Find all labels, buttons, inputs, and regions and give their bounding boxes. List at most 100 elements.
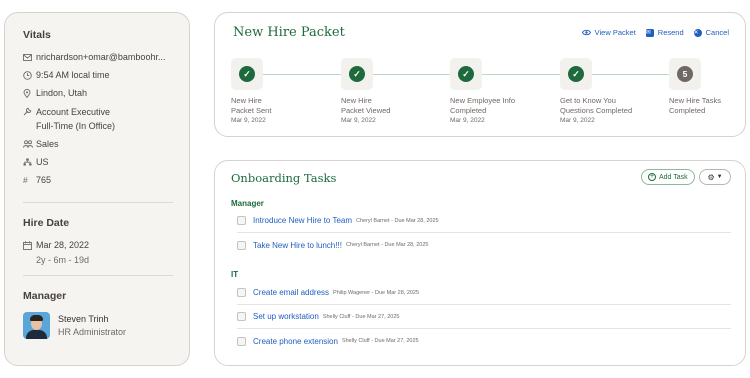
vital-location: Lindon, Utah	[23, 87, 189, 105]
resend-button[interactable]: ✉ Resend	[645, 28, 684, 37]
vital-location-text: Lindon, Utah	[36, 88, 88, 99]
envelope-icon: ✉	[645, 28, 654, 37]
task-row: Create email address Philip Wagener - Du…	[237, 281, 731, 305]
vital-employment-type: Full-Time (In Office)	[36, 120, 116, 131]
step-label: Get to Know You	[560, 96, 616, 105]
task-checkbox[interactable]	[237, 312, 246, 321]
hire-date-heading: Hire Date	[23, 217, 70, 230]
step-date: Mar 9, 2022	[231, 117, 266, 124]
onboarding-tasks-card: Onboarding Tasks + Add Task ⚙ ▼ Manager …	[214, 160, 746, 366]
task-meta: Philip Wagener - Due Mar 28, 2025	[333, 289, 420, 296]
vital-department-text: Sales	[36, 138, 59, 149]
step-label: Questions Completed	[560, 106, 633, 115]
step-employee-info: ✓ New Employee Info Completed Mar 9, 2022	[450, 58, 550, 124]
task-row: Take New Hire to lunch!!! Cheryl Barnet …	[237, 233, 731, 257]
resend-label[interactable]: Resend	[658, 28, 684, 37]
task-meta: Shelly Cluff - Due Mar 27, 2025	[341, 338, 419, 344]
packet-title: New Hire Packet	[233, 25, 345, 40]
task-link[interactable]: Introduce New Hire to Team	[253, 216, 352, 225]
task-checkbox[interactable]	[237, 336, 246, 346]
task-row: Introduce New Hire to Team Cheryl Barnet…	[237, 209, 731, 233]
view-packet-button[interactable]: View Packet	[581, 28, 636, 37]
task-link[interactable]: Create phone extension	[253, 337, 338, 346]
step-date: Mar 9, 2022	[450, 117, 485, 124]
onboarding-title: Onboarding Tasks	[231, 171, 337, 185]
vital-employee-id-text: 765	[36, 174, 52, 185]
packet-progress: ✓ New Hire Packet Sent Mar 9, 2022 ✓ New …	[231, 58, 731, 128]
hire-date-row: Mar 28, 2022	[23, 239, 189, 253]
calendar-icon	[23, 239, 36, 251]
tenure-text: 2y - 6m - 19d	[36, 255, 90, 266]
map-pin-icon	[23, 87, 36, 99]
clock-icon	[23, 69, 36, 81]
task-row: Create phone extension Shelly Cluff - Du…	[237, 329, 731, 353]
step-date: Mar 9, 2022	[341, 117, 376, 124]
add-task-label[interactable]: Add Task	[659, 174, 688, 181]
step-get-to-know-you: ✓ Get to Know You Questions Completed Mar…	[560, 58, 660, 124]
packet-actions: View Packet ✉ Resend ✕ Cancel	[581, 28, 729, 37]
new-hire-packet-card: New Hire Packet View Packet ✉ Resend ✕ C…	[214, 12, 746, 137]
group-label-manager: Manager	[231, 199, 264, 208]
avatar[interactable]	[23, 312, 50, 340]
task-checkbox[interactable]	[237, 216, 246, 225]
task-checkbox[interactable]	[237, 288, 246, 297]
wrench-icon	[23, 106, 36, 118]
task-meta: Cheryl Barnet - Due Mar 28, 2025	[356, 217, 439, 224]
divider	[23, 202, 173, 204]
envelope-icon	[23, 51, 36, 63]
view-packet-label[interactable]: View Packet	[595, 28, 636, 37]
vital-email-text[interactable]: nrichardson+omar@bamboohr...	[36, 51, 165, 63]
checkmark-icon: ✓	[239, 66, 255, 82]
vital-email[interactable]: nrichardson+omar@bamboohr...	[23, 51, 189, 69]
step-packet-sent: ✓ New Hire Packet Sent Mar 9, 2022	[231, 58, 331, 124]
caret-down-icon: ▼	[716, 174, 723, 180]
vital-local-time: 9:54 AM local time	[23, 69, 189, 87]
manager-role: HR Administrator	[58, 326, 127, 337]
task-link[interactable]: Take New Hire to lunch!!!	[253, 241, 342, 250]
step-new-hire-tasks: 5 New Hire Tasks Completed	[669, 58, 739, 116]
task-checkbox[interactable]	[237, 240, 246, 250]
users-icon	[23, 138, 36, 150]
step-label: New Hire	[341, 96, 372, 105]
divider	[23, 275, 173, 277]
step-label: New Hire	[231, 96, 262, 105]
task-row: Set up workstation Shelly Cluff - Due Ma…	[237, 305, 731, 329]
task-meta: Cheryl Barnet - Due Mar 28, 2025	[345, 242, 429, 248]
step-date: Mar 9, 2022	[560, 117, 595, 124]
cancel-label[interactable]: Cancel	[706, 28, 729, 37]
vital-local-time-text: 9:54 AM local time	[36, 70, 110, 81]
step-label: Completed	[450, 106, 487, 115]
task-link[interactable]: Set up workstation	[253, 312, 319, 321]
step-label: New Employee Info	[450, 96, 516, 105]
task-meta: Shelly Cluff - Due Mar 27, 2025	[322, 313, 400, 320]
cancel-button[interactable]: ✕ Cancel	[693, 28, 729, 37]
task-link[interactable]: Create email address	[253, 288, 329, 297]
close-icon: ✕	[693, 28, 702, 37]
vital-department: Sales	[23, 138, 189, 156]
step-number-badge: 5	[677, 66, 693, 82]
hire-date-text: Mar 28, 2022	[36, 240, 90, 251]
vitals-heading: Vitals	[23, 29, 51, 41]
checkmark-icon: ✓	[458, 66, 474, 82]
eye-icon	[581, 29, 591, 36]
vital-country-text: US	[36, 156, 49, 167]
vital-job-title: Account Executive	[36, 106, 111, 117]
checkmark-icon: ✓	[568, 66, 584, 82]
vital-employee-id: # 765	[23, 174, 189, 192]
plus-icon: +	[648, 173, 656, 181]
manager-name[interactable]: Steven Trinh	[58, 313, 126, 326]
org-chart-icon	[23, 156, 36, 168]
vital-country: US	[23, 156, 189, 174]
add-task-button[interactable]: + Add Task	[641, 169, 695, 185]
gear-icon: ⚙	[707, 172, 715, 182]
step-label: Packet Sent	[231, 106, 272, 115]
manager-heading: Manager	[23, 290, 67, 303]
settings-menu-button[interactable]: ⚙ ▼	[699, 169, 731, 185]
checkmark-icon: ✓	[349, 66, 365, 82]
hash-icon: #	[23, 174, 28, 185]
employee-summary-card: Vitals nrichardson+omar@bamboohr... 9:54…	[4, 12, 190, 366]
step-packet-viewed: ✓ New Hire Packet Viewed Mar 9, 2022	[341, 58, 441, 124]
step-label: New Hire Tasks	[669, 96, 721, 105]
vital-job: Account Executive Full-Time (In Office)	[23, 106, 189, 138]
manager-row[interactable]: Steven Trinh HR Administrator	[23, 312, 189, 340]
